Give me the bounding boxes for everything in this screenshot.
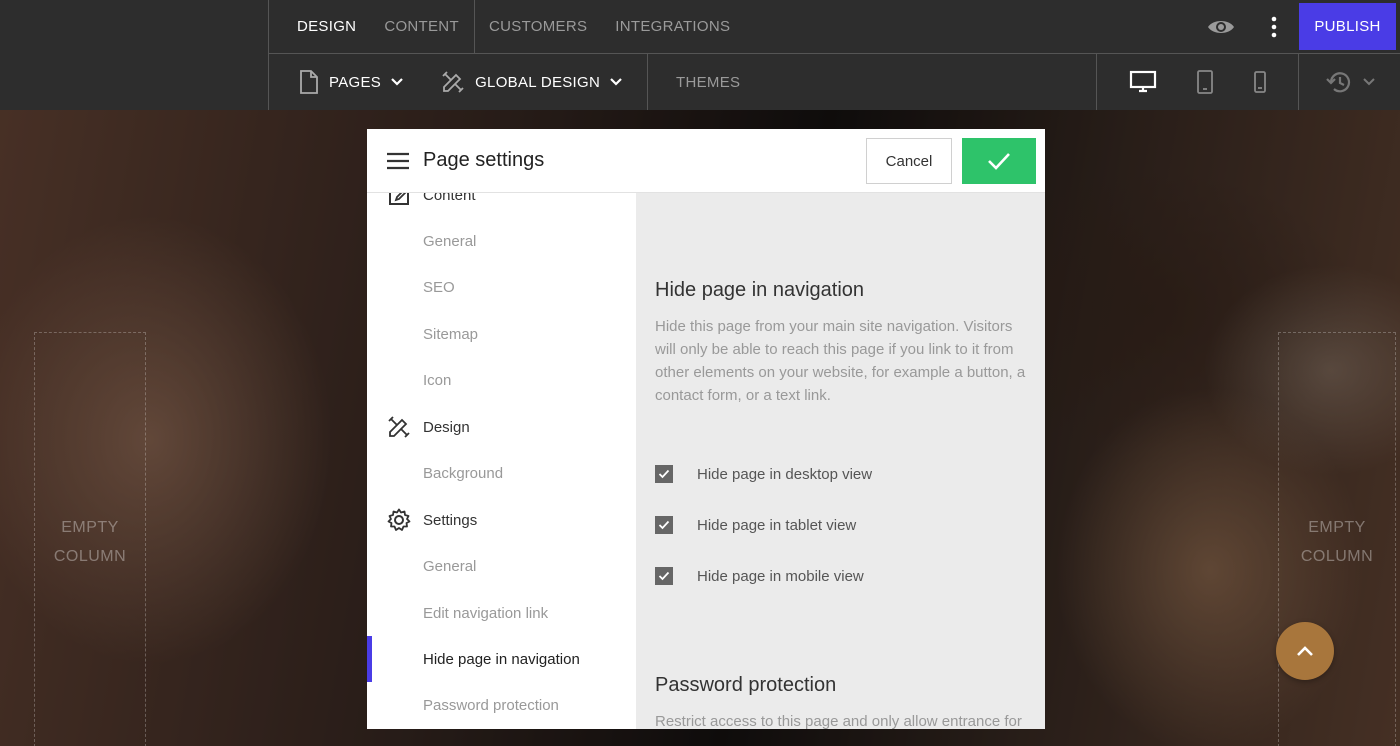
scroll-to-top-button[interactable] — [1276, 622, 1334, 680]
option-hide-mobile-label: Hide page in mobile view — [697, 567, 864, 585]
empty-column-right-line2: COLUMN — [1300, 548, 1374, 565]
option-hide-tablet[interactable]: Hide page in tablet view — [655, 516, 856, 534]
chevron-down-icon — [391, 78, 403, 86]
checkbox-hide-tablet[interactable] — [655, 516, 673, 534]
sidebar-item-background[interactable]: Background — [367, 450, 636, 496]
brush-ruler-icon — [388, 416, 410, 438]
gear-icon — [387, 508, 411, 531]
hide-section-description: Hide this page from your main site navig… — [655, 318, 1026, 404]
tab-customers[interactable]: CUSTOMERS — [475, 18, 601, 35]
selected-indicator — [367, 636, 372, 682]
sidebar-item-icon[interactable]: Icon — [367, 357, 636, 403]
check-icon — [658, 571, 670, 581]
password-section-title: Password protection — [655, 674, 837, 696]
sidebar-item-seo[interactable]: SEO — [367, 264, 636, 310]
publish-wrap: PUBLISH — [1299, 0, 1400, 53]
tab-content[interactable]: CONTENT — [370, 18, 473, 35]
desktop-icon — [1129, 70, 1156, 93]
empty-column-left[interactable]: EMPTY COLUMN — [34, 332, 146, 746]
themes-button[interactable]: THEMES — [662, 74, 754, 91]
option-hide-desktop[interactable]: Hide page in desktop view — [655, 465, 872, 483]
empty-column-right-line1: EMPTY — [1308, 519, 1366, 536]
checkbox-hide-mobile[interactable] — [655, 567, 673, 585]
themes-wrap: THEMES — [648, 54, 1097, 110]
brush-ruler-icon — [442, 71, 464, 93]
check-icon — [988, 153, 1010, 170]
history-icon — [1325, 72, 1350, 93]
history-button[interactable] — [1299, 54, 1400, 110]
pages-menu-label: PAGES — [329, 73, 382, 91]
option-hide-desktop-label: Hide page in desktop view — [697, 465, 873, 483]
sidebar-section-design[interactable]: Design — [367, 404, 636, 450]
settings-sidebar: Content General SEO Sitemap Icon Design … — [367, 193, 636, 729]
toolbar-row-main: DESIGN CONTENT CUSTOMERS INTEGRATIONS PU… — [268, 0, 1400, 54]
more-options-button[interactable] — [1249, 0, 1299, 53]
global-design-menu-label: GLOBAL DESIGN — [475, 73, 601, 91]
tablet-icon — [1196, 70, 1213, 94]
chevron-down-icon — [610, 78, 622, 86]
page-icon — [300, 70, 318, 94]
empty-column-right[interactable]: EMPTY COLUMN — [1278, 332, 1396, 746]
chevron-up-icon — [1297, 646, 1313, 656]
hide-section-title: Hide page in navigation — [655, 279, 865, 301]
design-menus: PAGES GLOBAL DESIGN — [269, 54, 648, 110]
sidebar-section-design-label: Design — [423, 418, 470, 436]
sidebar-section-settings-label: Settings — [423, 511, 478, 529]
sidebar-item-general[interactable]: General — [367, 218, 636, 264]
cancel-button[interactable]: Cancel — [866, 138, 952, 184]
mobile-view-button[interactable] — [1253, 71, 1267, 93]
publish-button[interactable]: PUBLISH — [1299, 3, 1396, 50]
tab-design[interactable]: DESIGN — [283, 18, 370, 35]
check-icon — [658, 469, 670, 479]
tablet-view-button[interactable] — [1196, 70, 1214, 94]
sidebar-item-password-protection[interactable]: Password protection — [367, 682, 636, 728]
global-design-menu-button[interactable]: GLOBAL DESIGN — [441, 70, 622, 94]
sidebar-section-content-label: Content — [423, 193, 476, 204]
device-switcher — [1097, 54, 1299, 110]
secondary-tabs: CUSTOMERS INTEGRATIONS — [475, 0, 1193, 53]
page-settings-dialog: Page settings Cancel Content General SEO… — [367, 129, 1045, 729]
sidebar-item-hide-page-label: Hide page in navigation — [423, 650, 580, 668]
settings-content-panel: Hide page in navigation Hide this page f… — [636, 193, 1045, 729]
empty-column-left-line2: COLUMN — [53, 548, 127, 565]
option-hide-mobile[interactable]: Hide page in mobile view — [655, 567, 864, 585]
preview-button[interactable] — [1193, 0, 1249, 53]
password-section-description: Restrict access to this page and only al… — [655, 713, 1022, 729]
check-icon — [658, 520, 670, 530]
hamburger-icon — [387, 152, 409, 169]
mobile-icon — [1253, 71, 1266, 93]
pages-menu-button[interactable]: PAGES — [299, 70, 403, 94]
dialog-menu-button[interactable] — [387, 152, 409, 170]
desktop-view-button[interactable] — [1129, 70, 1157, 94]
sidebar-item-hide-page-in-navigation[interactable]: Hide page in navigation — [367, 636, 636, 682]
chevron-down-icon — [1362, 78, 1375, 86]
sidebar-item-settings-general[interactable]: General — [367, 543, 636, 589]
checkbox-hide-desktop[interactable] — [655, 465, 673, 483]
sidebar-item-edit-navigation-link[interactable]: Edit navigation link — [367, 590, 636, 636]
mode-tabs: DESIGN CONTENT — [269, 0, 475, 53]
dialog-header: Page settings Cancel — [367, 129, 1045, 193]
toolbar-row-secondary: PAGES GLOBAL DESIGN THEMES — [268, 54, 1400, 110]
edit-page-icon — [389, 193, 409, 205]
more-vertical-icon — [1271, 16, 1277, 37]
sidebar-section-content[interactable]: Content — [367, 193, 636, 218]
sidebar-section-settings[interactable]: Settings — [367, 497, 636, 543]
empty-column-left-line1: EMPTY — [61, 519, 119, 536]
option-hide-tablet-label: Hide page in tablet view — [697, 516, 857, 534]
editor-toolbar: DESIGN CONTENT CUSTOMERS INTEGRATIONS PU… — [0, 0, 1400, 110]
sidebar-item-sitemap[interactable]: Sitemap — [367, 311, 636, 357]
dialog-title: Page settings — [423, 149, 545, 171]
confirm-button[interactable] — [962, 138, 1036, 184]
eye-icon — [1208, 20, 1234, 33]
tab-integrations[interactable]: INTEGRATIONS — [601, 18, 744, 35]
